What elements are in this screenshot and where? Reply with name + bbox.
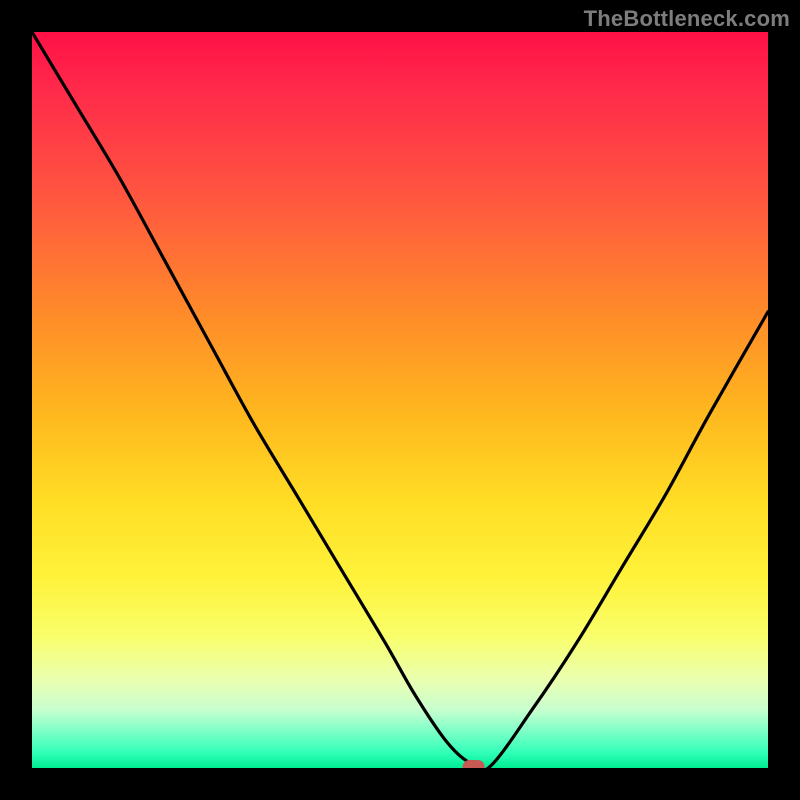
curve-path	[32, 32, 768, 768]
bottleneck-curve	[32, 32, 768, 768]
watermark-text: TheBottleneck.com	[584, 6, 790, 32]
plot-area	[32, 32, 768, 768]
chart-frame: TheBottleneck.com	[0, 0, 800, 800]
minimum-marker	[463, 760, 485, 768]
